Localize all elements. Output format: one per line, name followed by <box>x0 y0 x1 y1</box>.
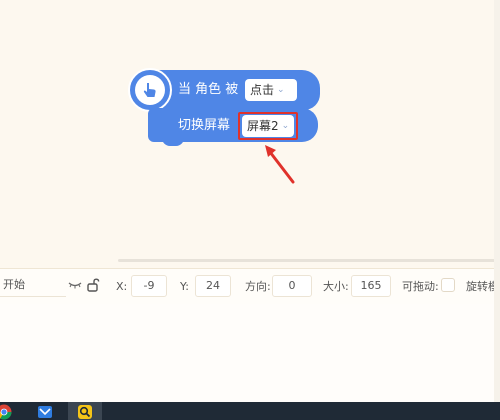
sprite-name-input[interactable]: 开始 <box>0 275 66 297</box>
search-app-icon[interactable] <box>77 404 93 420</box>
window-right-edge <box>494 0 500 402</box>
visibility-eye-icon[interactable] <box>68 280 82 290</box>
mail-app-icon[interactable] <box>37 404 53 420</box>
event-type-dropdown[interactable]: 点击 ⌄ <box>245 79 297 101</box>
sprite-list-area <box>0 304 500 402</box>
sprite-properties-bar: 开始 X: -9 Y: 24 方向: 0 大小: 165 可拖动: 旋转模 <box>0 268 500 304</box>
chrome-icon[interactable] <box>0 404 12 420</box>
x-label: X: <box>116 280 128 293</box>
annotation-highlight-box <box>238 112 298 140</box>
pointing-hand-icon <box>135 75 165 105</box>
direction-input[interactable]: 0 <box>272 275 312 297</box>
x-input[interactable]: -9 <box>131 275 167 297</box>
hat-block-label: 当 角色 被 <box>178 82 239 97</box>
chevron-down-icon: ⌄ <box>277 85 285 95</box>
size-input[interactable]: 165 <box>351 275 391 297</box>
event-hat-icon-badge <box>128 68 172 112</box>
unlock-icon[interactable] <box>86 278 100 292</box>
canvas-horizontal-scrollbar[interactable] <box>118 259 500 262</box>
y-label: Y: <box>180 280 189 293</box>
direction-label: 方向: <box>245 280 271 293</box>
size-label: 大小: <box>323 280 349 293</box>
draggable-label: 可拖动: <box>402 280 439 293</box>
os-taskbar <box>0 402 500 420</box>
event-type-value: 点击 <box>250 83 275 97</box>
y-input[interactable]: 24 <box>195 275 231 297</box>
annotation-arrow-icon <box>265 145 295 184</box>
switch-screen-label: 切换屏幕 <box>178 118 231 133</box>
draggable-checkbox[interactable] <box>441 278 455 292</box>
